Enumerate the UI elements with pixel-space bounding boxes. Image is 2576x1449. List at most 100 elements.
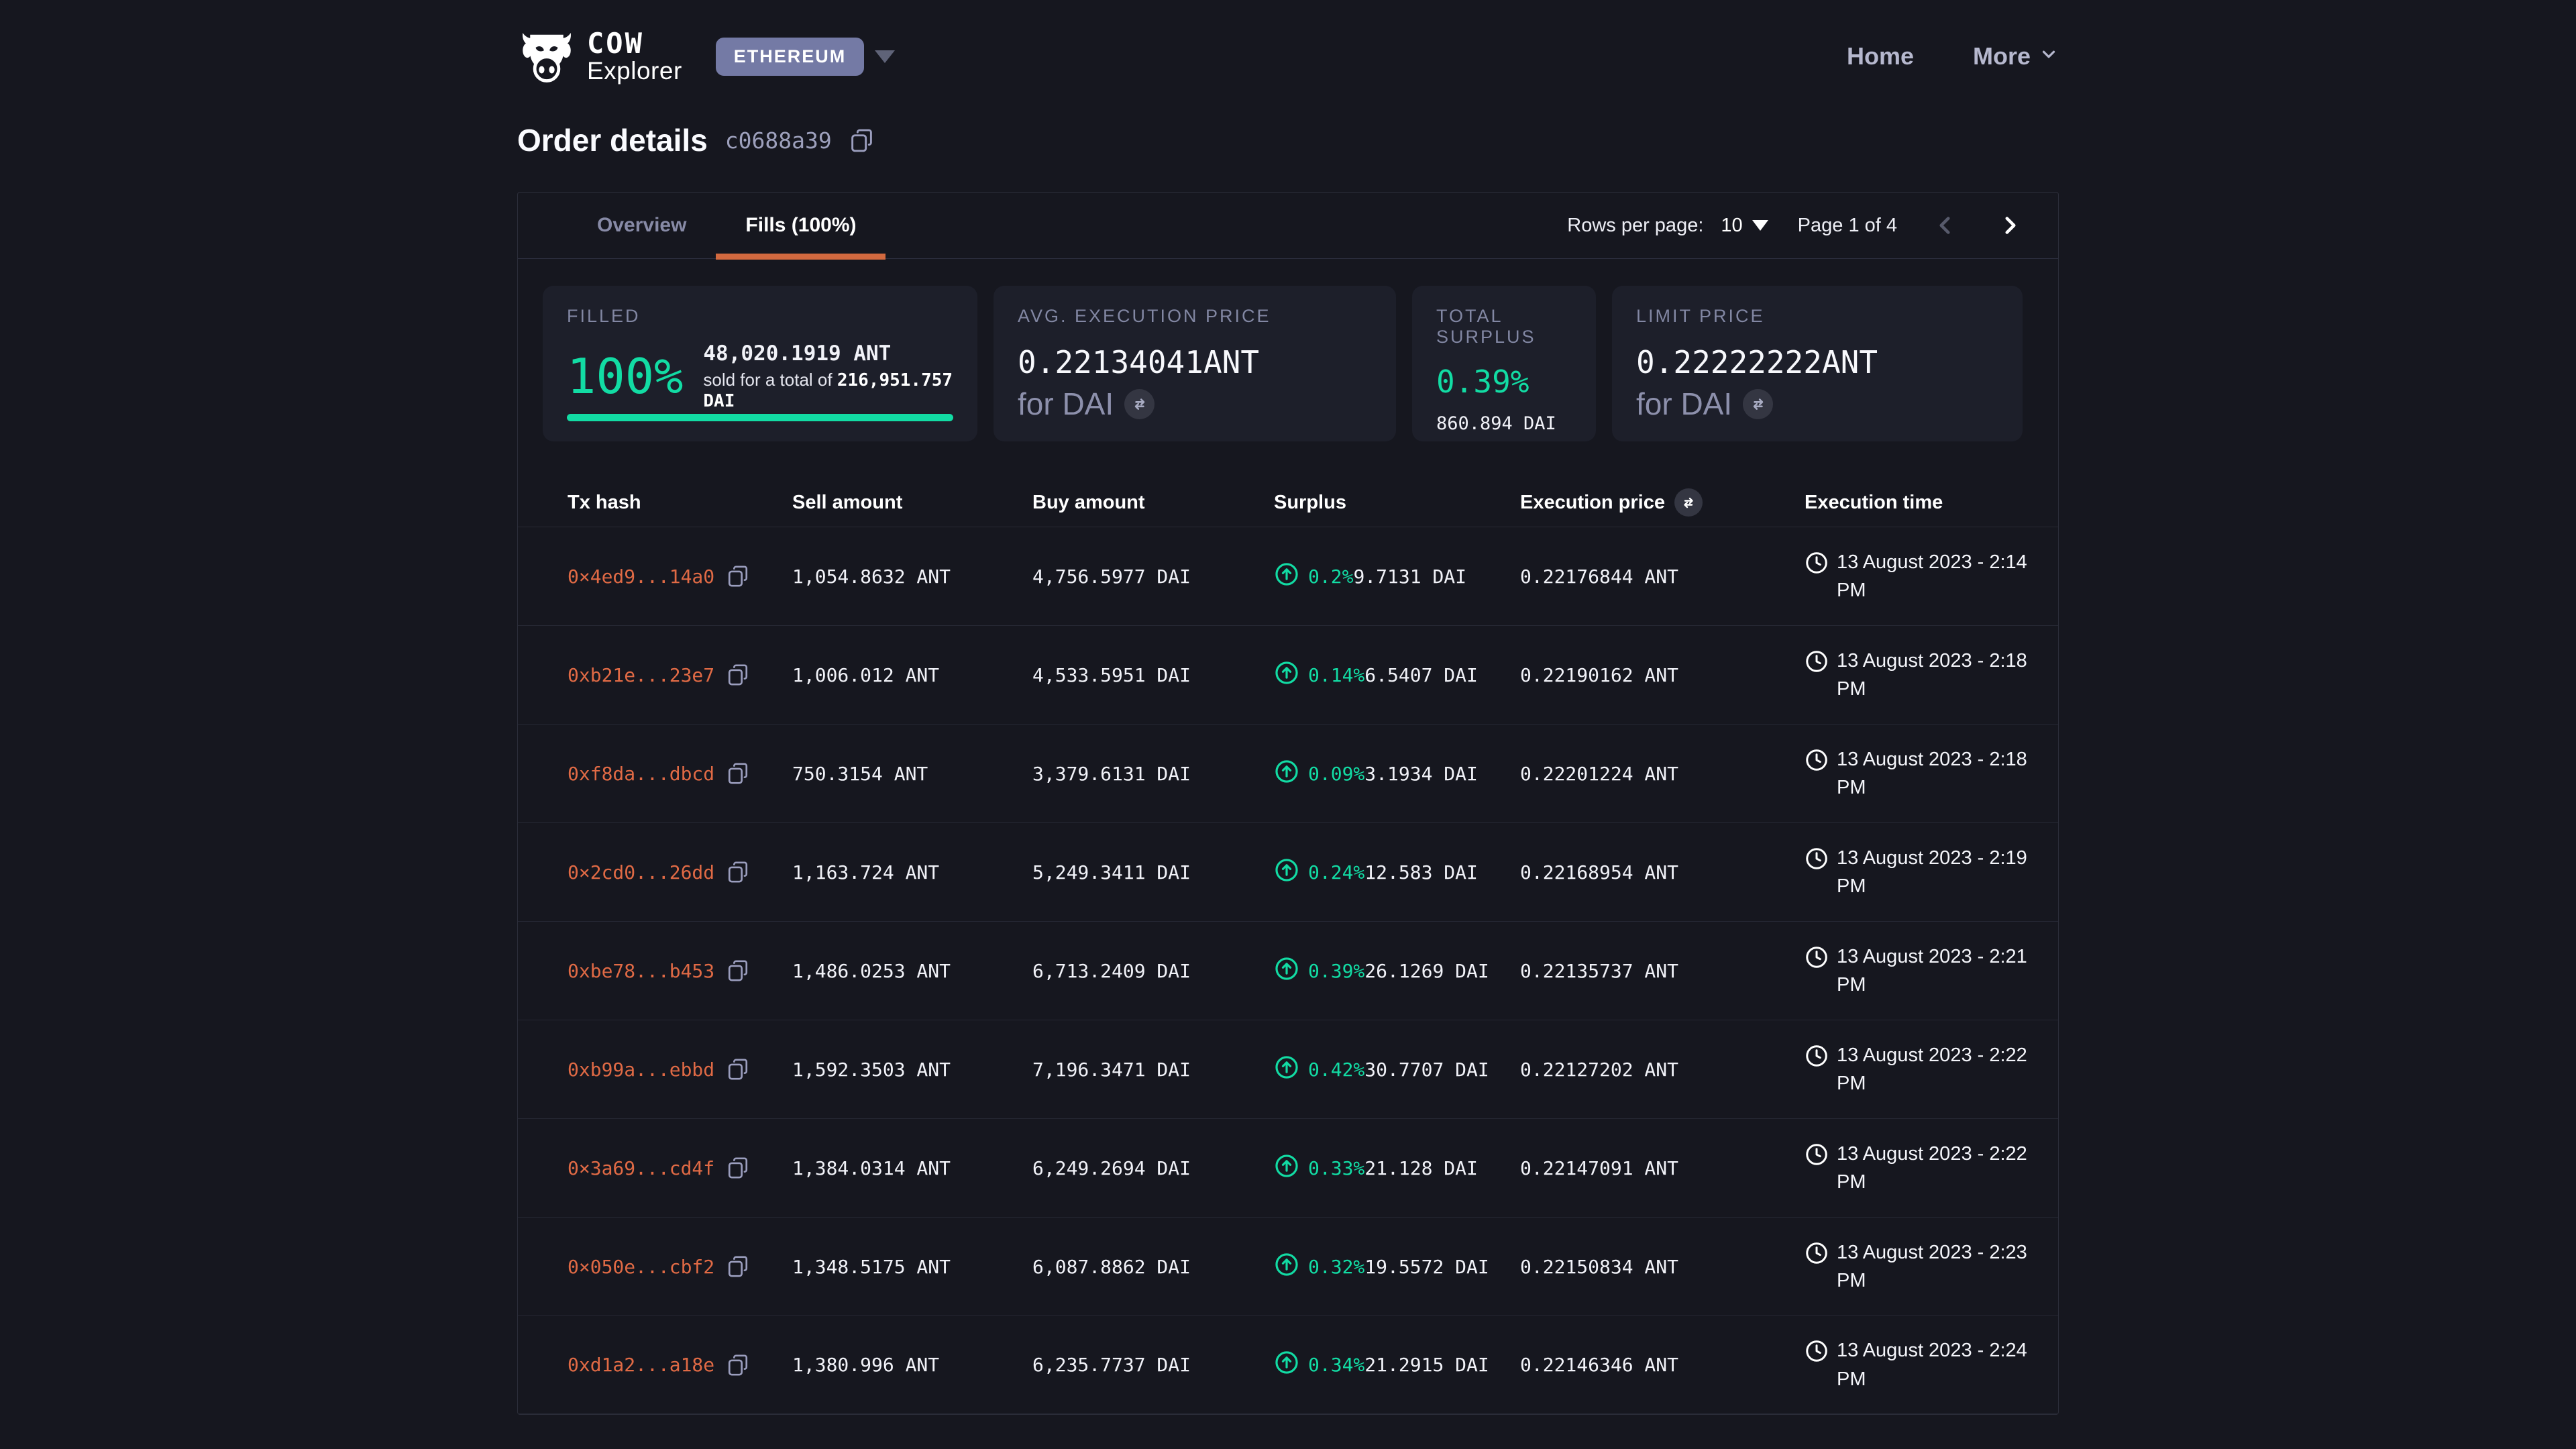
surplus-percent: 0.39% — [1308, 960, 1364, 982]
caret-down-icon — [1752, 220, 1768, 231]
page-indicator: Page 1 of 4 — [1798, 215, 1897, 237]
copy-tx-hash-icon[interactable] — [727, 1157, 749, 1179]
surplus-up-icon — [1274, 660, 1299, 690]
copy-tx-hash-icon[interactable] — [727, 565, 749, 588]
copy-tx-hash-icon[interactable] — [727, 1058, 749, 1081]
table-row: 0xb21e...23e7 1,006.012 ANT 4,533.5951 D… — [518, 625, 2058, 724]
surplus-up-icon — [1274, 956, 1299, 986]
prev-page-button[interactable] — [1927, 211, 1963, 239]
execution-price: 0.22176844 ANT — [1520, 566, 1805, 588]
limit-price-label: LIMIT PRICE — [1636, 306, 1998, 327]
total-surplus-percent: 0.39% — [1436, 364, 1572, 400]
sell-amount: 1,384.0314 ANT — [792, 1157, 1032, 1179]
tab-fills[interactable]: Fills (100%) — [716, 193, 885, 258]
execution-price: 0.22146346 ANT — [1520, 1354, 1805, 1376]
table-row: 0×2cd0...26dd 1,163.724 ANT 5,249.3411 D… — [518, 822, 2058, 921]
filled-sold-total: sold for a total of 216,951.757 DAI — [703, 370, 953, 411]
network-selector[interactable]: ETHEREUM — [716, 38, 896, 76]
surplus-cell: 0.32% 19.5572 DAI — [1274, 1252, 1520, 1282]
app-header: COW Explorer ETHEREUM Home More — [0, 0, 2576, 87]
filled-label: FILLED — [567, 306, 953, 327]
copy-order-id-icon[interactable] — [849, 128, 874, 153]
caret-down-icon — [875, 50, 895, 63]
surplus-up-icon — [1274, 1252, 1299, 1282]
avg-price-label: AVG. EXECUTION PRICE — [1018, 306, 1372, 327]
execution-time-cell: 13 August 2023 - 2:22 PM — [1805, 1140, 2031, 1196]
tx-hash-link[interactable]: 0xbe78...b453 — [568, 960, 714, 982]
network-badge[interactable]: ETHEREUM — [716, 38, 865, 76]
tx-hash-link[interactable]: 0xd1a2...a18e — [568, 1354, 714, 1376]
tx-hash-link[interactable]: 0×050e...cbf2 — [568, 1256, 714, 1278]
page-title: Order details — [517, 122, 708, 158]
surplus-percent: 0.2% — [1308, 566, 1353, 588]
copy-tx-hash-icon[interactable] — [727, 861, 749, 883]
surplus-cell: 0.14% 6.5407 DAI — [1274, 660, 1520, 690]
nav-more[interactable]: More — [1973, 42, 2059, 70]
surplus-up-icon — [1274, 1153, 1299, 1183]
execution-time: 13 August 2023 - 2:22 PM — [1837, 1041, 2028, 1097]
tx-hash-link[interactable]: 0xb99a...ebbd — [568, 1059, 714, 1081]
surplus-cell: 0.34% 21.2915 DAI — [1274, 1350, 1520, 1380]
tx-hash-link[interactable]: 0xb21e...23e7 — [568, 664, 714, 686]
surplus-up-icon — [1274, 1055, 1299, 1085]
tx-hash-link[interactable]: 0×4ed9...14a0 — [568, 566, 714, 588]
execution-time-cell: 13 August 2023 - 2:18 PM — [1805, 745, 2031, 802]
execution-price: 0.22201224 ANT — [1520, 763, 1805, 785]
clock-icon — [1805, 1041, 1829, 1073]
invert-price-icon[interactable] — [1743, 389, 1773, 419]
chevron-down-icon — [2039, 42, 2059, 70]
invert-price-column-icon[interactable] — [1674, 488, 1703, 517]
next-page-button[interactable] — [1992, 211, 2029, 239]
execution-time-cell: 13 August 2023 - 2:22 PM — [1805, 1041, 2031, 1097]
copy-tx-hash-icon[interactable] — [727, 762, 749, 785]
cow-explorer-logo[interactable]: COW Explorer — [517, 25, 682, 88]
tx-hash-link[interactable]: 0×2cd0...26dd — [568, 861, 714, 883]
total-surplus-amount: 860.894 DAI — [1436, 413, 1572, 434]
clock-icon — [1805, 1336, 1829, 1368]
copy-tx-hash-icon[interactable] — [727, 663, 749, 686]
clock-icon — [1805, 1238, 1829, 1270]
surplus-percent: 0.32% — [1308, 1256, 1364, 1278]
rows-per-page-select[interactable]: 10 — [1721, 215, 1768, 237]
sell-amount: 1,486.0253 ANT — [792, 960, 1032, 982]
execution-price: 0.22147091 ANT — [1520, 1157, 1805, 1179]
tab-overview[interactable]: Overview — [568, 193, 716, 258]
pagination-controls: Rows per page: 10 Page 1 of 4 — [1567, 193, 2058, 258]
execution-time-cell: 13 August 2023 - 2:18 PM — [1805, 647, 2031, 703]
surplus-amount: 26.1269 DAI — [1364, 960, 1489, 982]
copy-tx-hash-icon[interactable] — [727, 1354, 749, 1377]
surplus-up-icon — [1274, 857, 1299, 888]
execution-price: 0.22135737 ANT — [1520, 960, 1805, 982]
copy-tx-hash-icon[interactable] — [727, 959, 749, 982]
clock-icon — [1805, 647, 1829, 678]
buy-amount: 4,533.5951 DAI — [1032, 664, 1274, 686]
table-row: 0×4ed9...14a0 1,054.8632 ANT 4,756.5977 … — [518, 527, 2058, 625]
nav-home[interactable]: Home — [1847, 42, 1914, 70]
execution-time-cell: 13 August 2023 - 2:19 PM — [1805, 844, 2031, 900]
sell-amount: 1,054.8632 ANT — [792, 566, 1032, 588]
order-panel: Overview Fills (100%) Rows per page: 10 … — [517, 192, 2059, 1415]
copy-tx-hash-icon[interactable] — [727, 1255, 749, 1278]
filled-card: FILLED 100% 48,020.1919 ANT sold for a t… — [543, 286, 977, 441]
surplus-percent: 0.33% — [1308, 1157, 1364, 1179]
buy-amount: 6,713.2409 DAI — [1032, 960, 1274, 982]
avg-price-unit: for DAI — [1018, 386, 1114, 422]
limit-price-card: LIMIT PRICE 0.22222222ANT for DAI — [1612, 286, 2023, 441]
fill-progress-bar — [567, 414, 953, 421]
execution-time-cell: 13 August 2023 - 2:21 PM — [1805, 943, 2031, 999]
execution-time: 13 August 2023 - 2:24 PM — [1837, 1336, 2028, 1393]
buy-amount: 6,249.2694 DAI — [1032, 1157, 1274, 1179]
surplus-up-icon — [1274, 759, 1299, 789]
tx-hash-link[interactable]: 0xf8da...dbcd — [568, 763, 714, 785]
limit-price-value: 0.22222222ANT — [1636, 344, 1998, 380]
surplus-amount: 21.2915 DAI — [1364, 1354, 1489, 1376]
execution-time: 13 August 2023 - 2:14 PM — [1837, 548, 2028, 604]
surplus-percent: 0.09% — [1308, 763, 1364, 785]
sell-amount: 1,163.724 ANT — [792, 861, 1032, 883]
invert-price-icon[interactable] — [1124, 389, 1155, 419]
surplus-amount: 30.7707 DAI — [1364, 1059, 1489, 1081]
buy-amount: 5,249.3411 DAI — [1032, 861, 1274, 883]
table-row: 0×3a69...cd4f 1,384.0314 ANT 6,249.2694 … — [518, 1118, 2058, 1217]
tx-hash-link[interactable]: 0×3a69...cd4f — [568, 1157, 714, 1179]
table-body: 0×4ed9...14a0 1,054.8632 ANT 4,756.5977 … — [518, 527, 2058, 1414]
